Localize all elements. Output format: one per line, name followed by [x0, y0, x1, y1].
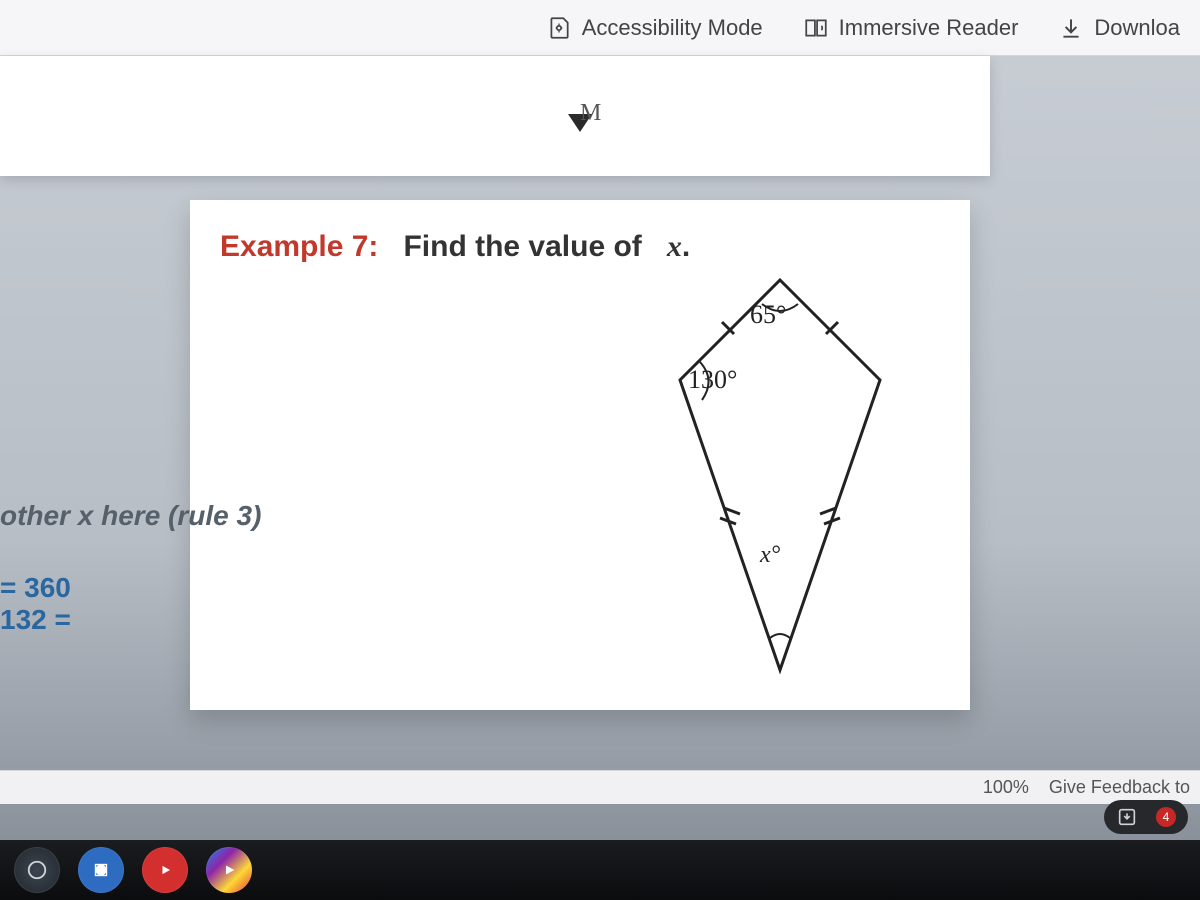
- note-line-1: = 360: [0, 572, 261, 604]
- page-marker-label: M: [580, 100, 601, 127]
- note-rule: other x here (rule 3): [0, 500, 261, 532]
- previous-page-edge: M: [0, 56, 990, 176]
- youtube-icon[interactable]: [142, 847, 188, 893]
- launcher-icon[interactable]: [14, 847, 60, 893]
- files-icon[interactable]: [78, 847, 124, 893]
- download-button[interactable]: Downloa: [1058, 15, 1180, 41]
- badge-count: 4: [1163, 810, 1170, 824]
- example-prompt: Find the value of: [403, 230, 641, 263]
- notification-badge[interactable]: 4: [1156, 807, 1176, 827]
- system-tray[interactable]: 4: [1104, 800, 1188, 834]
- example-period: .: [682, 230, 690, 263]
- angle-left-label: 130°: [688, 365, 737, 395]
- kite-figure: 65° 130° x°: [630, 270, 930, 690]
- viewer-statusbar: 100% Give Feedback to: [0, 770, 1200, 804]
- immersive-reader-label: Immersive Reader: [839, 15, 1019, 41]
- save-tray-icon[interactable]: [1116, 806, 1138, 828]
- note-line-2: 132 =: [0, 604, 261, 636]
- angle-top-label: 65°: [750, 300, 786, 330]
- zoom-level[interactable]: 100%: [983, 777, 1029, 798]
- example-variable: x: [667, 230, 682, 263]
- accessibility-icon: [546, 15, 572, 41]
- angle-bottom-label: x°: [760, 542, 780, 569]
- example-heading: Example 7: Find the value of x.: [220, 230, 940, 264]
- feedback-link[interactable]: Give Feedback to: [1049, 777, 1190, 798]
- os-taskbar: [0, 840, 1200, 900]
- immersive-reader-button[interactable]: Immersive Reader: [803, 15, 1019, 41]
- accessibility-mode-button[interactable]: Accessibility Mode: [546, 15, 763, 41]
- immersive-reader-icon: [803, 15, 829, 41]
- download-label: Downloa: [1094, 15, 1180, 41]
- document-page: Example 7: Find the value of x. 65°: [190, 200, 970, 710]
- download-icon: [1058, 15, 1084, 41]
- accessibility-label: Accessibility Mode: [582, 15, 763, 41]
- example-number: Example 7:: [220, 230, 378, 263]
- student-notes: other x here (rule 3) = 360 132 =: [0, 500, 261, 636]
- document-viewer-toolbar: Accessibility Mode Immersive Reader Down…: [0, 0, 1200, 56]
- media-player-icon[interactable]: [206, 847, 252, 893]
- kite-svg: [630, 270, 930, 690]
